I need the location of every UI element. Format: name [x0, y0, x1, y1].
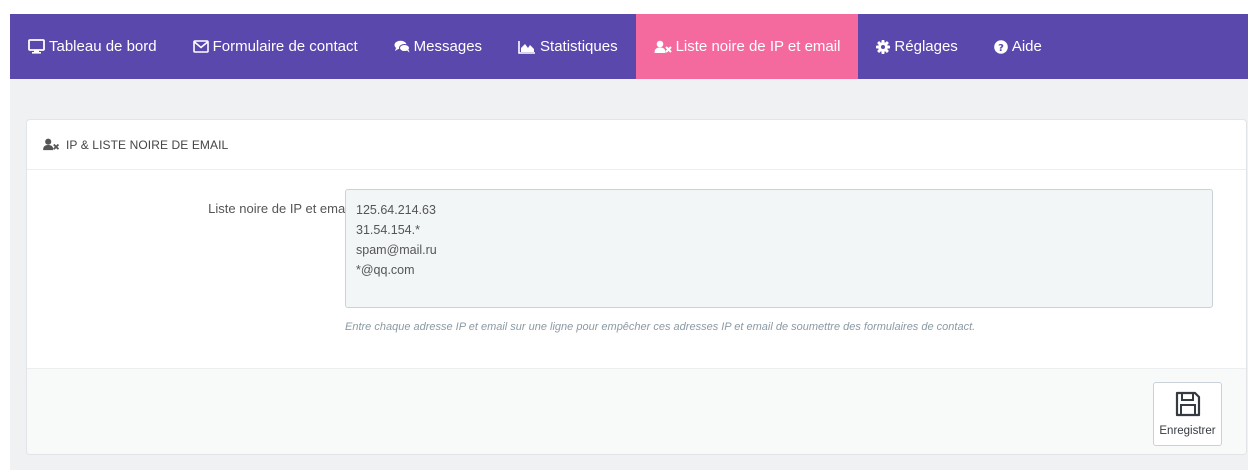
tab-blacklist-label: Liste noire de IP et email: [675, 38, 841, 55]
tab-dashboard-label: Tableau de bord: [49, 38, 157, 55]
tab-dashboard[interactable]: Tableau de bord: [10, 14, 175, 79]
tab-settings-label: Réglages: [894, 38, 958, 55]
app-frame: Tableau de bord Formulaire de contact Me…: [10, 14, 1248, 470]
comments-icon: [394, 40, 410, 53]
top-navigation: Tableau de bord Formulaire de contact Me…: [10, 14, 1248, 79]
area-chart-icon: [518, 40, 536, 54]
save-button[interactable]: Enregistrer: [1153, 382, 1222, 446]
tab-statistics[interactable]: Statistiques: [500, 14, 636, 79]
save-button-label: Enregistrer: [1159, 425, 1216, 437]
panel-heading: IP & LISTE NOIRE DE EMAIL: [27, 120, 1246, 170]
help-text: Entre chaque adresse IP et email sur une…: [345, 321, 976, 333]
tab-statistics-label: Statistiques: [540, 38, 618, 55]
tab-blacklist[interactable]: Liste noire de IP et email: [635, 14, 859, 79]
user-times-icon: [42, 138, 60, 151]
blacklist-label: Liste noire de IP et email: [208, 201, 351, 216]
panel-footer: Enregistrer: [27, 368, 1246, 454]
blacklist-textarea[interactable]: 125.64.214.63 31.54.154.* spam@mail.ru *…: [345, 189, 1213, 308]
tab-settings[interactable]: Réglages: [858, 14, 975, 79]
tab-help[interactable]: ? Aide: [976, 14, 1060, 79]
tab-help-label: Aide: [1011, 38, 1042, 55]
tab-messages-label: Messages: [413, 38, 483, 55]
floppy-disk-icon: [1175, 391, 1201, 420]
tab-contact-form-label: Formulaire de contact: [212, 38, 358, 55]
panel-title: IP & LISTE NOIRE DE EMAIL: [66, 137, 229, 152]
question-circle-icon: ?: [994, 39, 1008, 54]
envelope-icon: [192, 40, 209, 53]
panel-body: Liste noire de IP et email 125.64.214.63…: [27, 170, 1246, 368]
blacklist-panel: IP & LISTE NOIRE DE EMAIL Liste noire de…: [26, 119, 1247, 455]
tab-contact-form[interactable]: Formulaire de contact: [175, 14, 376, 79]
tab-messages[interactable]: Messages: [376, 14, 500, 79]
desktop-icon: [28, 39, 45, 54]
user-times-icon: [654, 40, 672, 54]
cog-icon: [876, 39, 891, 54]
svg-text:?: ?: [998, 43, 1004, 54]
